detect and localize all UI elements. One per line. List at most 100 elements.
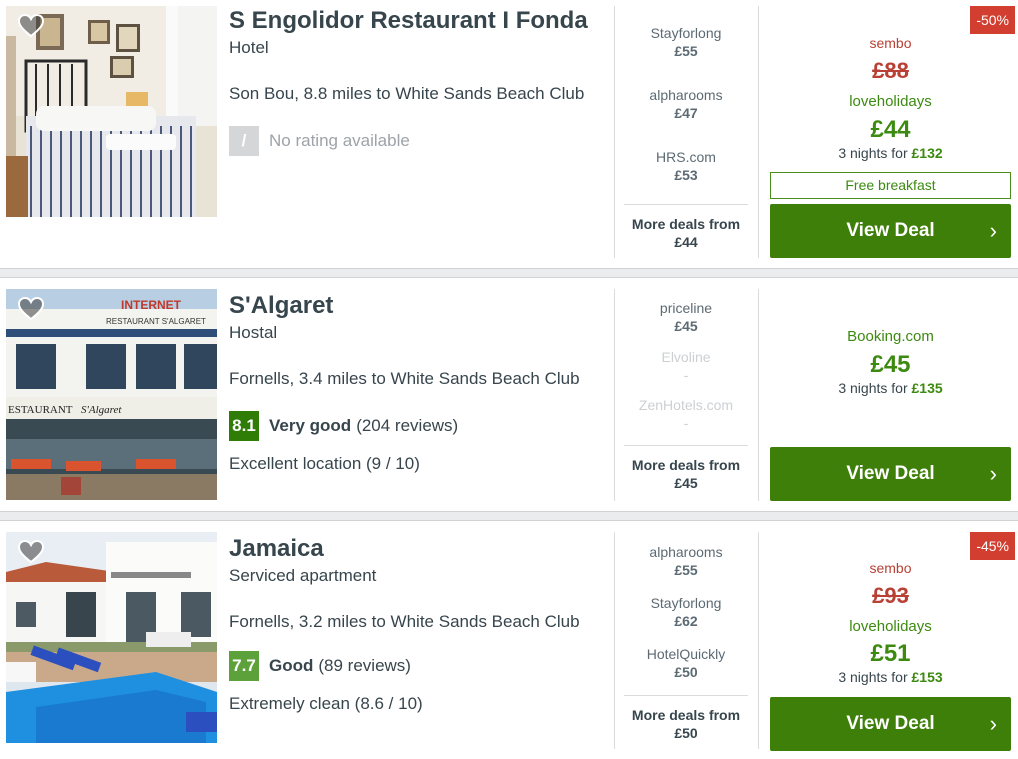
deal-price: £62 [674, 613, 698, 629]
deal-item[interactable]: priceline £45 [624, 299, 748, 335]
more-deals-label: More deals from [631, 457, 741, 473]
heart-icon[interactable] [18, 297, 44, 321]
hotel-type: Serviced apartment [229, 566, 377, 585]
nights-total: £153 [911, 669, 943, 685]
deal-item[interactable]: alpharooms £47 [624, 86, 748, 122]
rating-label: Very good [269, 416, 352, 435]
rating-score: 7.7 [229, 651, 259, 681]
hotel-info: Jamaica Serviced apartment Fornells, 3.2… [229, 534, 609, 713]
hotel-photo[interactable] [6, 532, 217, 743]
view-deal-button[interactable]: View Deal › [770, 447, 1011, 501]
more-deals-label: More deals from [631, 707, 741, 723]
deal-provider: HotelQuickly [646, 646, 726, 662]
main-deal: Booking.com £45 3 nights for £135 View D… [770, 289, 1011, 511]
deal-provider: ZenHotels.com [638, 397, 734, 413]
deal-item: Elvoline - [624, 348, 748, 384]
view-deal-button[interactable]: View Deal › [770, 697, 1011, 751]
more-deals-price: £50 [674, 725, 698, 741]
divider [758, 6, 759, 258]
other-deals: priceline £45 Elvoline - ZenHotels.com -… [624, 289, 748, 501]
review-count[interactable]: (89 reviews) [318, 656, 411, 676]
hotel-card: INTERNET RESTAURANT S'ALGARET ESTAURANT … [0, 279, 1018, 511]
deal-provider: HRS.com [656, 149, 716, 165]
more-deals-price: £45 [674, 475, 698, 491]
view-deal-button[interactable]: View Deal › [770, 204, 1011, 258]
deal-price: £55 [674, 562, 698, 578]
svg-text:INTERNET: INTERNET [121, 298, 182, 312]
rating: 8.1 Very good (204 reviews) [229, 411, 458, 441]
best-provider: Booking.com [847, 328, 934, 345]
deal-provider: Stayforlong [650, 25, 722, 41]
best-price: £51 [870, 640, 911, 667]
deal-price: - [683, 367, 689, 383]
deal-price: £45 [674, 318, 698, 334]
rating-score: 8.1 [229, 411, 259, 441]
deal-provider: alpharooms [649, 87, 723, 103]
deal-item[interactable]: HRS.com £53 [624, 148, 748, 184]
deal-price: £53 [674, 167, 698, 183]
no-rating-text: No rating available [269, 131, 410, 150]
main-deal: -45% sembo £93 loveholidays £51 3 nights… [770, 532, 1015, 759]
best-provider: loveholidays [849, 618, 932, 635]
heart-icon[interactable] [18, 540, 44, 564]
deal-item[interactable]: HotelQuickly £50 [624, 645, 748, 681]
more-deals-link[interactable]: More deals from £44 [624, 204, 748, 251]
deal-provider: priceline [659, 300, 713, 316]
view-deal-label: View Deal [846, 463, 935, 484]
review-count[interactable]: (204 reviews) [356, 416, 458, 436]
hotel-photo[interactable] [6, 6, 217, 217]
view-deal-label: View Deal [846, 220, 935, 241]
free-breakfast-badge: Free breakfast [770, 172, 1011, 199]
hotel-photo[interactable]: INTERNET RESTAURANT S'ALGARET ESTAURANT … [6, 289, 217, 500]
hotel-type: Hotel [229, 38, 269, 57]
divider [614, 6, 615, 258]
more-deals-link[interactable]: More deals from £50 [624, 695, 748, 742]
deal-item: ZenHotels.com - [624, 396, 748, 432]
svg-text:RESTAURANT S'ALGARET: RESTAURANT S'ALGARET [106, 317, 206, 326]
deal-item[interactable]: Stayforlong £55 [624, 24, 748, 60]
svg-text:S'Algaret: S'Algaret [81, 404, 122, 416]
hotel-name[interactable]: Jamaica [229, 534, 609, 564]
deal-item[interactable]: alpharooms £55 [624, 543, 748, 579]
view-deal-label: View Deal [846, 713, 935, 734]
hotel-type: Hostal [229, 323, 278, 342]
total-price: 3 nights for £132 [770, 145, 1011, 161]
divider [614, 289, 615, 501]
divider [758, 289, 759, 501]
location-score: Excellent location (9 / 10) [229, 454, 420, 473]
divider [614, 532, 615, 749]
original-provider: sembo [869, 560, 912, 576]
hotel-card: S Engolidor Restaurant I Fonda Hotel Son… [0, 6, 1018, 268]
deal-price: £55 [674, 43, 698, 59]
more-deals-link[interactable]: More deals from £45 [624, 445, 748, 492]
more-deals-label: More deals from [631, 216, 741, 232]
rating: / No rating available [229, 126, 410, 156]
total-price: 3 nights for £135 [770, 380, 1011, 396]
other-deals: Stayforlong £55 alpharooms £47 HRS.com £… [624, 6, 748, 258]
hotel-info: S'Algaret Hostal Fornells, 3.4 miles to … [229, 291, 609, 473]
deal-price: - [683, 415, 689, 431]
hotel-name[interactable]: S Engolidor Restaurant I Fonda [229, 6, 609, 36]
hotel-name[interactable]: S'Algaret [229, 291, 609, 321]
rating: 7.7 Good (89 reviews) [229, 651, 411, 681]
svg-text:ESTAURANT: ESTAURANT [8, 404, 73, 416]
best-price: £44 [870, 116, 911, 143]
chevron-right-icon: › [989, 461, 997, 486]
nights-label: 3 nights for [838, 669, 908, 685]
chevron-right-icon: › [989, 711, 997, 736]
nights-label: 3 nights for [838, 145, 908, 161]
nights-total: £135 [911, 380, 943, 396]
best-price: £45 [870, 351, 911, 378]
deal-price: £50 [674, 664, 698, 680]
hotel-location: Fornells, 3.4 miles to White Sands Beach… [229, 369, 580, 388]
heart-icon[interactable] [18, 14, 44, 38]
original-provider: sembo [869, 35, 912, 51]
best-provider: loveholidays [849, 93, 932, 110]
deal-item[interactable]: Stayforlong £62 [624, 594, 748, 630]
more-deals-price: £44 [674, 234, 698, 250]
discount-badge: -50% [970, 6, 1015, 34]
deal-price: £47 [674, 105, 698, 121]
original-price: £88 [872, 58, 909, 83]
total-price: 3 nights for £153 [770, 669, 1011, 685]
hotel-card: Jamaica Serviced apartment Fornells, 3.2… [0, 522, 1018, 759]
